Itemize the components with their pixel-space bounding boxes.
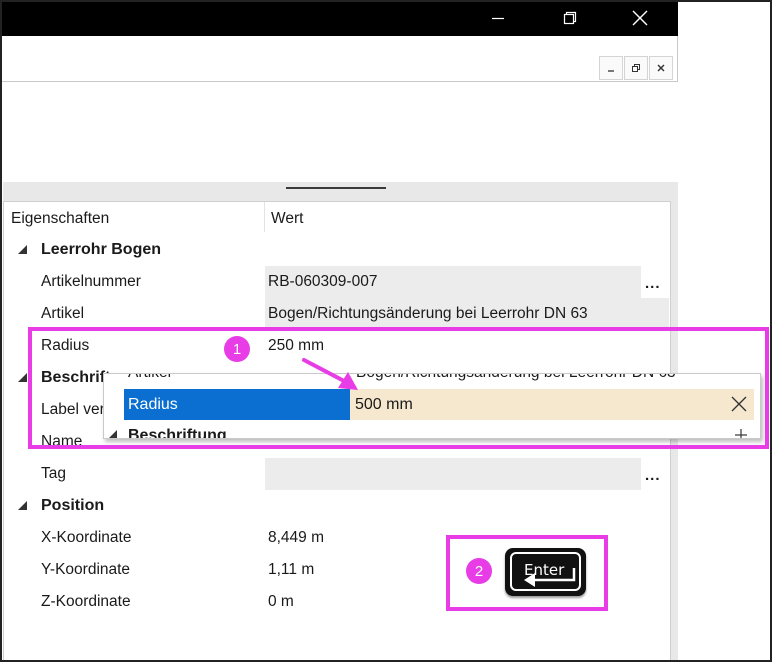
window-titlebar	[0, 0, 678, 36]
collapse-triangle-icon[interactable]	[18, 245, 27, 254]
tag-more-button[interactable]: ...	[645, 467, 661, 484]
collapse-triangle-icon[interactable]	[18, 373, 27, 382]
value-y-koordinate: 1,11 m	[268, 561, 315, 578]
pointer-arrow-icon	[302, 358, 358, 390]
close-icon	[632, 10, 648, 26]
enter-key-icon: Enter	[505, 548, 586, 596]
label-y-koordinate: Y-Koordinate	[41, 561, 131, 578]
value-x-koordinate: 8,449 m	[268, 529, 325, 546]
label-z-koordinate: Z-Koordinate	[41, 593, 131, 610]
restore-icon	[632, 64, 640, 72]
highlight-step-1	[28, 327, 769, 449]
label-tag: Tag	[41, 465, 66, 482]
column-divider[interactable]	[264, 202, 265, 232]
value-z-koordinate: 0 m	[268, 593, 294, 610]
minimize-icon	[492, 17, 504, 20]
doc-close-button[interactable]	[649, 56, 673, 80]
header-eigenschaften: Eigenschaften	[11, 210, 110, 227]
label-x-koordinate: X-Koordinate	[41, 529, 132, 546]
splitter-handle[interactable]	[286, 187, 386, 189]
value-artikelnummer: RB-060309-007	[268, 273, 378, 290]
close-icon	[657, 64, 665, 72]
group-leerrohr-bogen[interactable]: Leerrohr Bogen	[41, 241, 161, 259]
header-wert: Wert	[271, 210, 304, 227]
value-artikel: Bogen/Richtungsänderung bei Leerrohr DN …	[268, 305, 588, 322]
value-cell-tag[interactable]	[265, 458, 641, 490]
document-bar	[0, 36, 678, 82]
step-1-badge: 1	[224, 336, 250, 362]
return-arrow-icon	[524, 568, 576, 587]
artikelnummer-more-button[interactable]: ...	[645, 275, 661, 292]
doc-minimize-button[interactable]	[599, 56, 623, 80]
group-position[interactable]: Position	[41, 497, 104, 515]
restore-icon	[563, 11, 577, 25]
close-button[interactable]	[617, 0, 663, 36]
step-2-badge: 2	[466, 558, 492, 584]
minimize-button[interactable]	[475, 0, 521, 36]
enter-key-face: Enter	[510, 552, 581, 591]
doc-restore-button[interactable]	[624, 56, 648, 80]
label-artikel: Artikel	[41, 305, 85, 322]
restore-button[interactable]	[547, 0, 593, 36]
label-artikelnummer: Artikelnummer	[41, 273, 141, 290]
collapse-triangle-icon[interactable]	[18, 501, 27, 510]
minimize-icon	[608, 70, 614, 72]
